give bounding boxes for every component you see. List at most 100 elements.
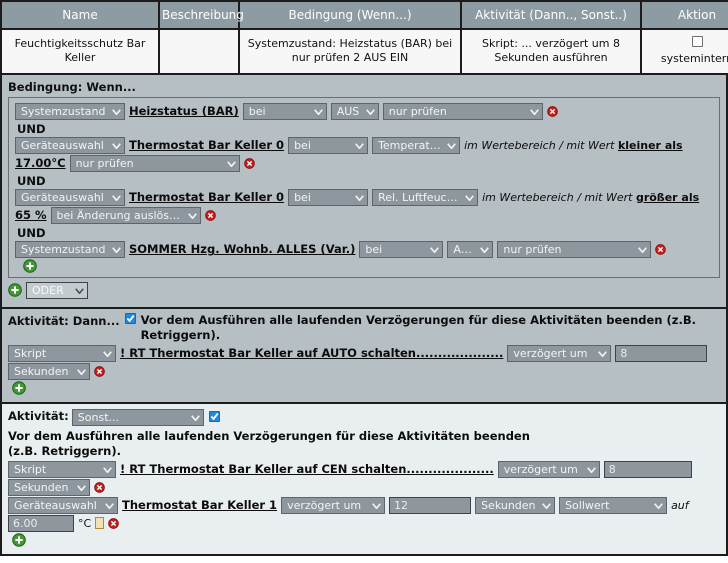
condition-logic-and-2: UND bbox=[17, 225, 46, 240]
chevron-down-icon bbox=[654, 499, 663, 512]
condition-operator-select-3[interactable]: bei bbox=[359, 240, 444, 258]
activity-sonst-target-link-1[interactable]: Thermostat Bar Keller 1 bbox=[122, 498, 277, 512]
chevron-down-icon bbox=[430, 243, 440, 256]
activity-sonst-unit-select-0[interactable]: Sekunden bbox=[8, 478, 90, 496]
activity-sonst-param-select-1[interactable]: Sollwert bbox=[559, 496, 668, 514]
condition-range-text-1: im Wertebereich / mit Wert kleiner als bbox=[464, 138, 683, 152]
condition-target-link-3[interactable]: SOMMER Hzg. Wohnb. ALLES (Var.) bbox=[129, 242, 355, 256]
delete-circle-icon[interactable] bbox=[655, 244, 667, 255]
chevron-down-icon bbox=[542, 499, 551, 512]
activity-sonst-unit-select-1[interactable]: Sekunden bbox=[475, 496, 556, 514]
condition-row: Geräteauswahl Thermostat Bar Keller 0 be… bbox=[15, 136, 715, 154]
condition-target-link-2[interactable]: Thermostat Bar Keller 0 bbox=[129, 190, 284, 204]
condition-type-select-1[interactable]: Geräteauswahl bbox=[15, 136, 125, 154]
column-header-condition: Bedingung (Wenn...) bbox=[238, 0, 462, 30]
add-circle-icon[interactable] bbox=[8, 283, 22, 298]
activity-sonst-delay-value-1[interactable]: 12 bbox=[389, 496, 472, 514]
chevron-down-icon bbox=[372, 499, 381, 512]
chevron-down-icon bbox=[355, 139, 364, 152]
condition-add-row bbox=[23, 259, 715, 273]
condition-value-2[interactable]: 65 % bbox=[15, 208, 47, 222]
activity-sonst-value-unit-1: °C bbox=[78, 516, 92, 530]
cell-condition: Systemzustand: Heizstatus (BAR) bei nur … bbox=[238, 29, 462, 75]
delete-circle-icon[interactable] bbox=[94, 482, 105, 493]
condition-channel-select-2[interactable]: Rel. Luftfeuchte bbox=[372, 188, 479, 206]
column-header-name: Name bbox=[0, 0, 160, 30]
condition-mode-select-0[interactable]: nur prüfen bbox=[382, 102, 543, 120]
activity-sonst-value-input-1[interactable]: 6.00 bbox=[8, 514, 74, 532]
chevron-down-icon bbox=[112, 243, 121, 256]
activity-sonst-title: Aktivität: bbox=[8, 408, 69, 423]
activity-dann-checkbox-label: Vor dem Ausführen alle laufenden Verzöge… bbox=[140, 312, 696, 343]
chevron-down-icon bbox=[105, 499, 114, 512]
condition-row: Systemzustand Heizstatus (BAR) bei AUS n… bbox=[15, 102, 715, 120]
note-icon[interactable] bbox=[95, 517, 105, 530]
condition-logic-and-0: UND bbox=[17, 121, 46, 136]
condition-operator-select-1[interactable]: bei bbox=[288, 136, 369, 154]
condition-or-select[interactable]: ODER bbox=[26, 281, 88, 299]
delete-circle-icon[interactable] bbox=[108, 518, 120, 529]
condition-mode-select-1[interactable]: nur prüfen bbox=[69, 154, 240, 172]
add-circle-icon[interactable] bbox=[23, 259, 37, 273]
activity-sonst-row: Skript ! RT Thermostat Bar Keller auf CE… bbox=[8, 460, 720, 478]
activity-sonst-delay-select-1[interactable]: verzögert um bbox=[281, 496, 386, 514]
activity-sonst-type-select[interactable]: Sonst... bbox=[71, 408, 204, 426]
activity-dann-delay-value-0[interactable]: 8 bbox=[615, 344, 708, 362]
chevron-down-icon bbox=[638, 243, 648, 256]
condition-value-1[interactable]: 17.00°C bbox=[15, 156, 66, 170]
activity-dann-target-link-0[interactable]: ! RT Thermostat Bar Keller auf AUTO scha… bbox=[120, 346, 503, 360]
activity-dann-type-select-0[interactable]: Skript bbox=[8, 344, 116, 362]
condition-group-footer: ODER bbox=[8, 281, 720, 299]
condition-operator-select-2[interactable]: bei bbox=[288, 188, 369, 206]
condition-operator-select-0[interactable]: bei bbox=[242, 102, 327, 120]
chevron-down-icon bbox=[112, 105, 121, 118]
column-header-action: Aktion bbox=[640, 0, 728, 30]
chevron-down-icon bbox=[77, 365, 86, 378]
chevron-down-icon bbox=[355, 191, 364, 204]
activity-sonst-stop-delays-checkbox[interactable] bbox=[208, 410, 220, 422]
add-circle-icon[interactable] bbox=[12, 533, 26, 547]
column-header-activity: Aktivität (Dann.., Sonst..) bbox=[460, 0, 642, 30]
activity-dann-stop-delays-checkbox[interactable] bbox=[124, 312, 136, 324]
delete-circle-icon[interactable] bbox=[243, 158, 255, 169]
condition-type-select-2[interactable]: Geräteauswahl bbox=[15, 188, 125, 206]
condition-channel-select-1[interactable]: Temperatur bbox=[372, 136, 461, 154]
cell-action: systemintern bbox=[640, 29, 728, 75]
activity-dann-delay-select-0[interactable]: verzögert um bbox=[507, 344, 612, 362]
table-header-row: Name Beschreibung Bedingung (Wenn...) Ak… bbox=[0, 0, 728, 30]
activity-dann-header: Aktivität: Dann... Vor dem Ausführen all… bbox=[8, 312, 720, 344]
chevron-down-icon bbox=[103, 347, 112, 360]
activity-dann-unit-select-0[interactable]: Sekunden bbox=[8, 362, 90, 380]
condition-type-select-0[interactable]: Systemzustand bbox=[15, 102, 125, 120]
condition-row-value: 65 % bei Änderung auslösen bbox=[15, 206, 715, 224]
activity-dann-title: Aktivität: Dann... bbox=[8, 313, 120, 328]
condition-target-link-1[interactable]: Thermostat Bar Keller 0 bbox=[129, 138, 284, 152]
condition-mode-select-3[interactable]: nur prüfen bbox=[497, 240, 652, 258]
condition-target-link-0[interactable]: Heizstatus (BAR) bbox=[129, 104, 239, 118]
activity-sonst-type-select-0[interactable]: Skript bbox=[8, 460, 116, 478]
systemintern-checkbox[interactable] bbox=[691, 36, 703, 47]
chevron-down-icon bbox=[112, 191, 121, 204]
activity-sonst-unit-row: Sekunden bbox=[8, 478, 720, 496]
condition-range-compare-1[interactable]: kleiner als bbox=[618, 139, 683, 152]
column-header-description: Beschreibung bbox=[158, 0, 244, 30]
activity-sonst-delay-select-0[interactable]: verzögert um bbox=[497, 460, 600, 478]
chevron-down-icon bbox=[112, 139, 121, 152]
add-circle-icon[interactable] bbox=[12, 381, 26, 395]
delete-circle-icon[interactable] bbox=[546, 106, 558, 117]
activity-sonst-type-select-1[interactable]: Geräteauswahl bbox=[8, 496, 118, 514]
chevron-down-icon bbox=[190, 411, 200, 424]
activity-dann-unit-row: Sekunden bbox=[8, 362, 720, 380]
condition-range-compare-2[interactable]: größer als bbox=[636, 191, 699, 204]
condition-type-select-3[interactable]: Systemzustand bbox=[15, 240, 125, 258]
condition-mode-select-2[interactable]: bei Änderung auslösen bbox=[50, 206, 201, 224]
chevron-down-icon bbox=[447, 139, 456, 152]
activity-sonst-checkbox-label: Vor dem Ausführen alle laufenden Verzöge… bbox=[8, 428, 530, 459]
chevron-down-icon bbox=[365, 105, 375, 118]
activity-sonst-delay-value-0[interactable]: 8 bbox=[603, 460, 692, 478]
condition-state-select-0[interactable]: AUS bbox=[330, 102, 379, 120]
delete-circle-icon[interactable] bbox=[204, 210, 216, 221]
activity-sonst-target-link-0[interactable]: ! RT Thermostat Bar Keller auf CEN schal… bbox=[120, 462, 494, 476]
delete-circle-icon[interactable] bbox=[94, 366, 105, 377]
condition-state-select-3[interactable]: AUS bbox=[447, 240, 494, 258]
